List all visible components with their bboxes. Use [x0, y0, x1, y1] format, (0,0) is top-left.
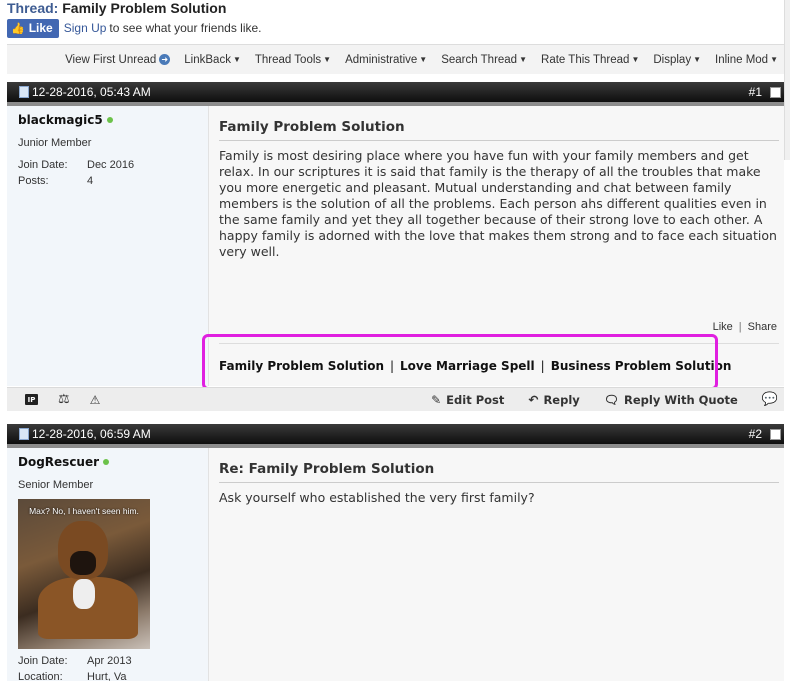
reply-label: Reply [543, 392, 580, 407]
thread-label: Thread: [7, 0, 59, 16]
post-select-checkbox[interactable] [770, 86, 781, 98]
caret-down-icon: ▼ [693, 55, 702, 64]
warning-icon[interactable]: ⚠ [90, 393, 101, 407]
quote-bubble-icon: 🗨 [603, 392, 619, 407]
post-date: 12-28-2016, 06:59 AM [32, 427, 151, 441]
post-number-link[interactable]: #1 [749, 85, 762, 99]
avatar-caption: Max? No, I haven't seen him. [29, 506, 139, 516]
post-header: 12-28-2016, 06:59 AM #2 [7, 424, 784, 444]
facebook-signup-link[interactable]: Sign Up [64, 21, 107, 35]
ip-icon[interactable]: IP [25, 394, 38, 405]
like-link[interactable]: Like [713, 321, 733, 333]
document-icon [19, 428, 29, 440]
posts-count-label: Posts: [18, 175, 49, 187]
view-first-unread-link[interactable]: View First Unread ➜ [65, 53, 171, 66]
reply-arrow-icon: ↶ [528, 392, 539, 407]
like-share-separator: | [738, 321, 742, 333]
user-title: Senior Member [18, 479, 94, 491]
post-content: Re: Family Problem Solution Ask yourself… [209, 448, 784, 681]
search-thread-menu[interactable]: Search Thread ▼ [441, 54, 527, 66]
linkback-menu[interactable]: LinkBack ▼ [184, 54, 241, 66]
page-scrollbar[interactable] [784, 0, 790, 160]
share-link[interactable]: Share [748, 321, 777, 333]
post-user-info: blackmagic5 Junior Member Join Date: Dec… [7, 106, 209, 386]
arrow-right-icon: ➜ [159, 54, 171, 65]
join-date-label: Join Date: [18, 159, 68, 171]
reply-with-quote-button[interactable]: 🗨 Reply With Quote [604, 393, 738, 407]
join-date-label: Join Date: [18, 655, 68, 667]
pencil-icon: ✎ [431, 392, 442, 407]
caret-down-icon: ▼ [323, 55, 332, 64]
posts-count-value: 4 [87, 175, 94, 187]
post-title: Family Problem Solution [219, 119, 405, 135]
display-label: Display [653, 53, 692, 66]
reply-button[interactable]: ↶ Reply [528, 393, 579, 407]
facebook-signup-text: to see what your friends like. [109, 21, 262, 35]
post-title: Re: Family Problem Solution [219, 461, 435, 477]
location-value: Hurt, Va [87, 671, 127, 681]
join-date-row: Join Date: Dec 2016 [18, 159, 208, 171]
post-title-divider [219, 140, 779, 141]
facebook-like-label: Like [28, 21, 53, 35]
scales-icon[interactable]: ⚖ [58, 392, 70, 407]
reply-with-quote-label: Reply With Quote [624, 392, 738, 407]
location-row: Location: Hurt, Va [18, 671, 208, 681]
multiquote-icon[interactable]: 💬 [762, 392, 778, 407]
avatar[interactable]: Max? No, I haven't seen him. [18, 499, 150, 649]
post-message: Family is most desiring place where you … [219, 148, 777, 259]
inline-mod-label: Inline Mod [715, 53, 769, 66]
online-status-icon [106, 117, 113, 123]
edit-post-label: Edit Post [446, 392, 505, 407]
online-status-icon [103, 459, 110, 465]
thread-title: Thread: Family Problem Solution [7, 0, 226, 16]
post-select-checkbox[interactable] [770, 428, 781, 440]
linkback-label: LinkBack [184, 53, 231, 66]
post-action-bar: IP ⚖ ⚠ ✎ Edit Post ↶ Reply 🗨 Reply With … [7, 387, 784, 411]
search-thread-label: Search Thread [441, 53, 518, 66]
inline-mod-menu[interactable]: Inline Mod ▼ [715, 54, 778, 66]
caret-down-icon: ▼ [419, 55, 428, 64]
edit-post-button[interactable]: ✎ Edit Post [431, 393, 504, 407]
caret-down-icon: ▼ [631, 55, 640, 64]
display-menu[interactable]: Display ▼ [653, 54, 701, 66]
username-link[interactable]: DogRescuer [18, 455, 208, 469]
caret-down-icon: ▼ [232, 55, 241, 64]
post-date: 12-28-2016, 05:43 AM [32, 85, 151, 99]
location-label: Location: [18, 671, 63, 681]
thread-toolbar: View First Unread ➜ LinkBack ▼ Thread Too… [7, 44, 784, 74]
post-header: 12-28-2016, 05:43 AM #1 [7, 82, 784, 102]
user-title: Junior Member [18, 137, 92, 149]
thread-tools-label: Thread Tools [254, 53, 322, 66]
signature-highlight-annotation [202, 334, 718, 390]
like-share-bar: Like | Share [713, 321, 777, 333]
facebook-like-row: 👍 Like Sign Up to see what your friends … [7, 18, 262, 38]
join-date-row: Join Date: Apr 2013 [18, 655, 208, 667]
document-icon [19, 86, 29, 98]
post-message: Ask yourself who established the very fi… [219, 490, 535, 505]
thread-title-text: Family Problem Solution [62, 0, 227, 16]
caret-down-icon: ▼ [519, 55, 528, 64]
post-number-link[interactable]: #2 [749, 427, 762, 441]
avatar-dog-chest [73, 579, 95, 609]
rate-thread-label: Rate This Thread [541, 53, 630, 66]
caret-down-icon: ▼ [770, 55, 778, 64]
avatar-dog-face [70, 551, 96, 575]
join-date-value: Dec 2016 [87, 159, 135, 171]
thumbs-up-icon: 👍 [11, 22, 25, 35]
username-text: DogRescuer [18, 455, 100, 469]
administrative-menu[interactable]: Administrative ▼ [345, 54, 427, 66]
facebook-like-button[interactable]: 👍 Like [7, 18, 59, 38]
username-link[interactable]: blackmagic5 [18, 113, 208, 127]
rate-thread-menu[interactable]: Rate This Thread ▼ [541, 54, 639, 66]
administrative-label: Administrative [345, 53, 418, 66]
view-first-unread-label: View First Unread [65, 53, 157, 66]
posts-count-row: Posts: 4 [18, 175, 208, 187]
join-date-value: Apr 2013 [87, 655, 132, 667]
post-title-divider [219, 482, 779, 483]
thread-tools-menu[interactable]: Thread Tools ▼ [255, 54, 331, 66]
post-user-info: DogRescuer Senior Member Max? No, I have… [7, 448, 209, 681]
username-text: blackmagic5 [18, 113, 103, 127]
